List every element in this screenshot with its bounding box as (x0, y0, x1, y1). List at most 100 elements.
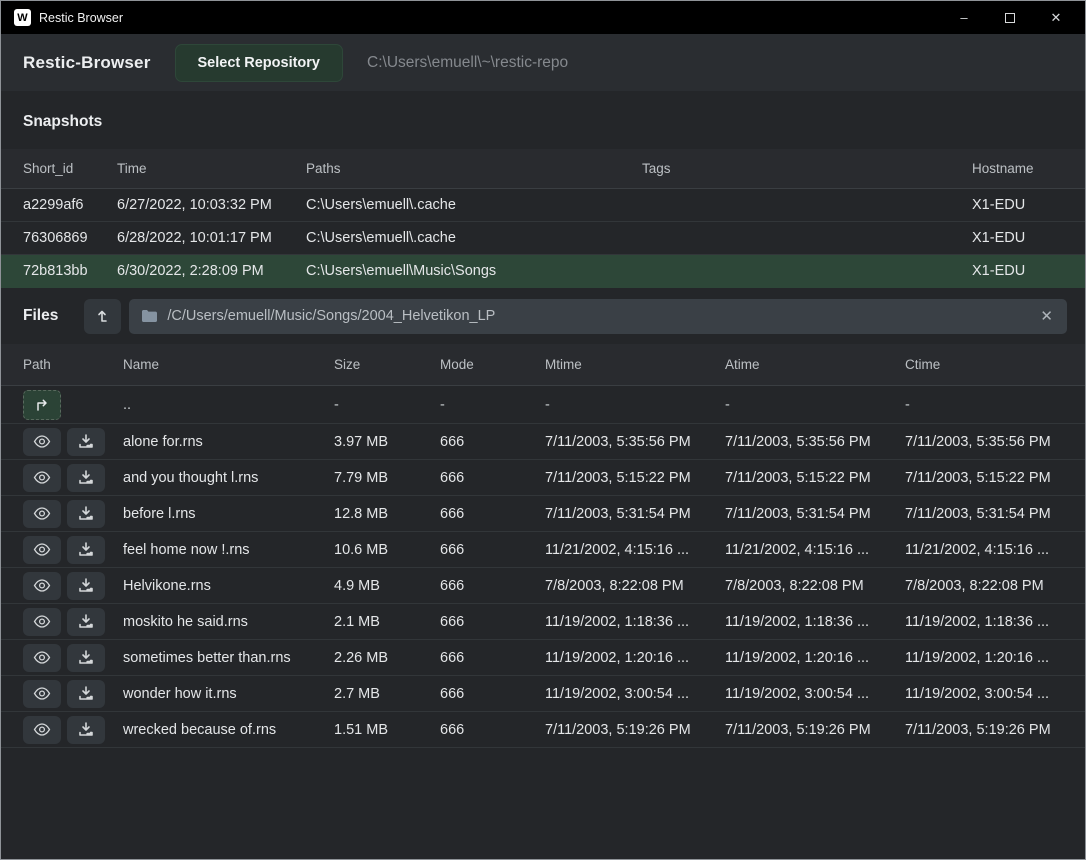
file-size: - (334, 397, 440, 413)
file-ctime: 7/11/2003, 5:15:22 PM (905, 470, 1085, 486)
file-size: 2.7 MB (334, 686, 440, 702)
go-up-directory-button[interactable] (23, 390, 61, 420)
download-icon (78, 614, 94, 629)
download-icon (78, 506, 94, 521)
file-row: feel home now !.rns 10.6 MB 666 11/21/20… (1, 532, 1085, 568)
repository-path: C:\Users\emuell\~\restic-repo (367, 54, 568, 72)
col-time: Time (117, 161, 306, 176)
download-file-button[interactable] (67, 608, 105, 636)
preview-file-button[interactable] (23, 464, 61, 492)
app-title: Restic-Browser (23, 53, 151, 73)
close-button[interactable]: ✕ (1033, 1, 1079, 34)
file-row: wrecked because of.rns 1.51 MB 666 7/11/… (1, 712, 1085, 748)
file-mtime: 7/11/2003, 5:19:26 PM (545, 722, 725, 738)
app-window: W Restic Browser – ✕ Restic-Browser Sele… (0, 0, 1086, 860)
col-atime: Atime (725, 357, 905, 372)
close-icon: ✕ (1051, 10, 1062, 26)
download-file-button[interactable] (67, 572, 105, 600)
eye-icon (33, 507, 51, 520)
app-icon: W (14, 9, 31, 26)
app-icon-letter: W (17, 12, 27, 24)
maximize-button[interactable] (987, 1, 1033, 34)
snapshot-hostname: X1-EDU (972, 197, 1085, 213)
file-mode: 666 (440, 470, 545, 486)
snapshot-hostname: X1-EDU (972, 263, 1085, 279)
file-ctime: 11/19/2002, 1:18:36 ... (905, 614, 1085, 630)
snapshot-row[interactable]: a2299af6 6/27/2022, 10:03:32 PM C:\Users… (1, 189, 1085, 222)
files-pathbar[interactable]: ✕ (129, 299, 1067, 334)
file-ctime: 7/11/2003, 5:19:26 PM (905, 722, 1085, 738)
file-mtime: 7/11/2003, 5:31:54 PM (545, 506, 725, 522)
preview-file-button[interactable] (23, 716, 61, 744)
file-row: Helvikone.rns 4.9 MB 666 7/8/2003, 8:22:… (1, 568, 1085, 604)
download-icon (78, 686, 94, 701)
file-atime: 11/19/2002, 1:20:16 ... (725, 650, 905, 666)
maximize-icon (1005, 13, 1015, 23)
download-file-button[interactable] (67, 716, 105, 744)
col-mtime: Mtime (545, 357, 725, 372)
level-up-button[interactable] (84, 299, 121, 334)
preview-file-button[interactable] (23, 500, 61, 528)
clear-path-icon[interactable]: ✕ (1038, 307, 1055, 325)
file-ctime: 11/19/2002, 1:20:16 ... (905, 650, 1085, 666)
col-mode: Mode (440, 357, 545, 372)
preview-file-button[interactable] (23, 608, 61, 636)
select-repository-button[interactable]: Select Repository (175, 44, 344, 82)
download-icon (78, 650, 94, 665)
file-mtime: 7/11/2003, 5:15:22 PM (545, 470, 725, 486)
download-file-button[interactable] (67, 644, 105, 672)
files-title: Files (23, 307, 58, 325)
download-icon (78, 542, 94, 557)
file-name: Helvikone.rns (123, 578, 334, 594)
preview-file-button[interactable] (23, 428, 61, 456)
file-mode: 666 (440, 650, 545, 666)
snapshots-table-header: Short_id Time Paths Tags Hostname (1, 149, 1085, 189)
eye-icon (33, 471, 51, 484)
snapshot-paths: C:\Users\emuell\.cache (306, 230, 642, 246)
snapshot-short-id: 72b813bb (23, 263, 117, 279)
file-row: moskito he said.rns 2.1 MB 666 11/19/200… (1, 604, 1085, 640)
file-ctime: 11/19/2002, 3:00:54 ... (905, 686, 1085, 702)
snapshot-short-id: 76306869 (23, 230, 117, 246)
download-file-button[interactable] (67, 500, 105, 528)
eye-icon (33, 543, 51, 556)
file-row: and you thought l.rns 7.79 MB 666 7/11/2… (1, 460, 1085, 496)
download-icon (78, 578, 94, 593)
file-atime: 11/21/2002, 4:15:16 ... (725, 542, 905, 558)
file-mode: 666 (440, 578, 545, 594)
download-file-button[interactable] (67, 428, 105, 456)
files-path-input[interactable] (167, 308, 1038, 324)
snapshot-row[interactable]: 76306869 6/28/2022, 10:01:17 PM C:\Users… (1, 222, 1085, 255)
file-mode: 666 (440, 434, 545, 450)
up-then-right-arrow-icon (34, 398, 50, 412)
download-file-button[interactable] (67, 680, 105, 708)
file-name: and you thought l.rns (123, 470, 334, 486)
file-mtime: 7/8/2003, 8:22:08 PM (545, 578, 725, 594)
snapshots-title: Snapshots (1, 91, 1085, 149)
preview-file-button[interactable] (23, 644, 61, 672)
file-mode: 666 (440, 686, 545, 702)
preview-file-button[interactable] (23, 680, 61, 708)
file-size: 3.97 MB (334, 434, 440, 450)
file-row: sometimes better than.rns 2.26 MB 666 11… (1, 640, 1085, 676)
file-atime: 7/11/2003, 5:31:54 PM (725, 506, 905, 522)
file-name: sometimes better than.rns (123, 650, 334, 666)
eye-icon (33, 723, 51, 736)
file-name: wrecked because of.rns (123, 722, 334, 738)
preview-file-button[interactable] (23, 536, 61, 564)
minimize-button[interactable]: – (941, 1, 987, 34)
preview-file-button[interactable] (23, 572, 61, 600)
files-bar: Files ✕ (1, 288, 1085, 344)
file-size: 10.6 MB (334, 542, 440, 558)
col-paths: Paths (306, 161, 642, 176)
download-file-button[interactable] (67, 536, 105, 564)
file-name: wonder how it.rns (123, 686, 334, 702)
file-mode: 666 (440, 506, 545, 522)
snapshot-hostname: X1-EDU (972, 230, 1085, 246)
file-mtime: 11/19/2002, 3:00:54 ... (545, 686, 725, 702)
download-file-button[interactable] (67, 464, 105, 492)
file-ctime: 7/11/2003, 5:35:56 PM (905, 434, 1085, 450)
snapshot-paths: C:\Users\emuell\Music\Songs (306, 263, 642, 279)
titlebar: W Restic Browser – ✕ (1, 1, 1085, 34)
snapshot-row-selected[interactable]: 72b813bb 6/30/2022, 2:28:09 PM C:\Users\… (1, 255, 1085, 288)
